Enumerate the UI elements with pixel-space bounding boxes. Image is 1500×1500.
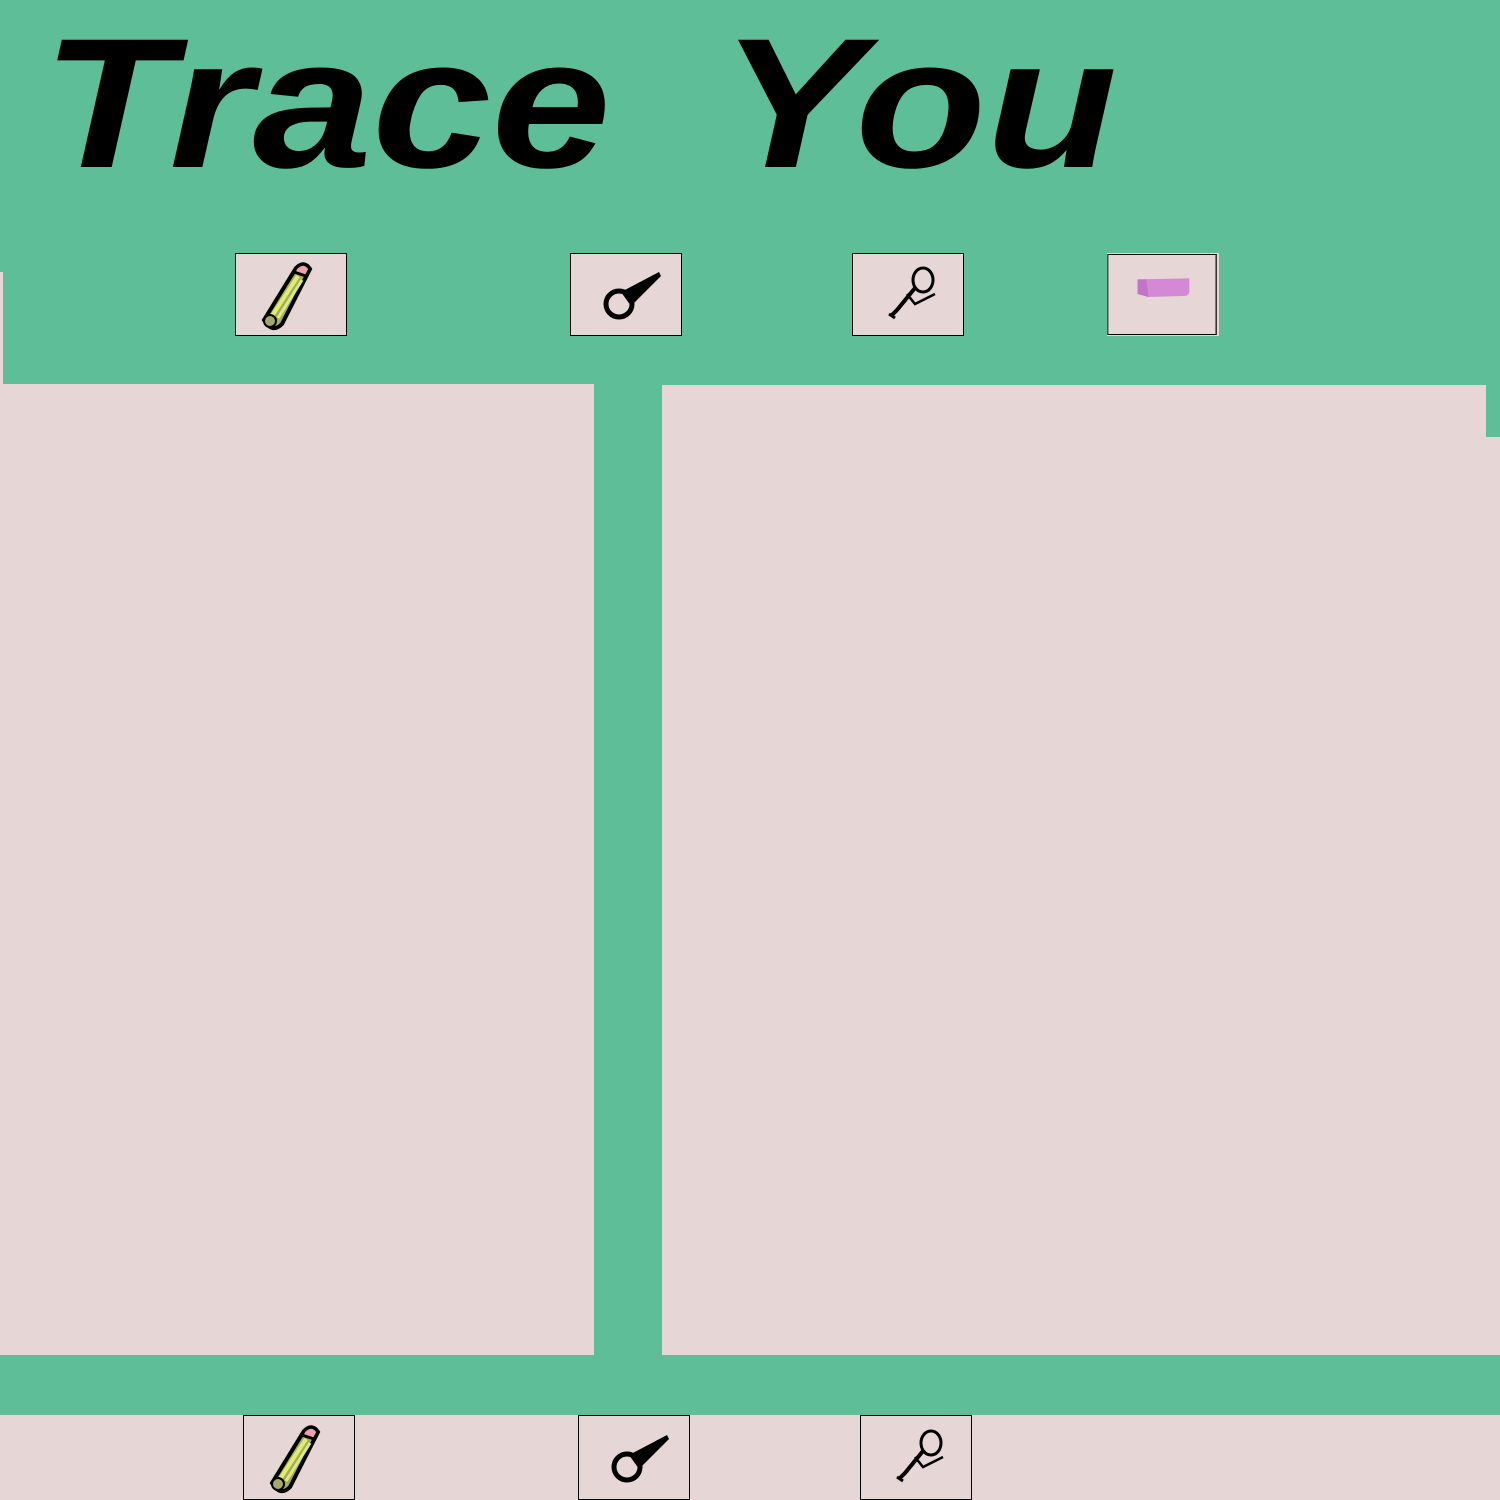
pen-tool-button[interactable] — [860, 1415, 972, 1500]
pen-icon — [888, 266, 936, 320]
crayon-tool-button[interactable] — [235, 253, 347, 336]
header-right-edge — [1486, 215, 1500, 437]
reference-canvas[interactable] — [0, 384, 594, 1355]
pen-icon — [896, 1429, 944, 1483]
trace-canvas[interactable] — [662, 386, 1486, 1355]
pen-tool-button[interactable] — [852, 253, 964, 336]
app-title-you: You — [720, 1, 1118, 207]
brush-tool-button[interactable] — [570, 253, 682, 336]
crayon-icon — [269, 1425, 321, 1494]
panel-divider — [594, 380, 662, 1360]
brush-icon — [603, 272, 661, 320]
crayon-tool-button[interactable] — [243, 1415, 355, 1500]
brush-tool-button[interactable] — [578, 1415, 690, 1500]
brush-icon — [611, 1435, 669, 1483]
bottom-bar — [0, 1355, 1500, 1415]
toolbar-band — [3, 200, 1500, 385]
crayon-icon — [261, 262, 313, 331]
eraser-icon — [1107, 254, 1217, 335]
eraser-tool-button[interactable] — [1107, 253, 1219, 336]
app-title-trace: Trace — [42, 1, 611, 207]
app-window: Trace You — [0, 0, 1500, 1500]
